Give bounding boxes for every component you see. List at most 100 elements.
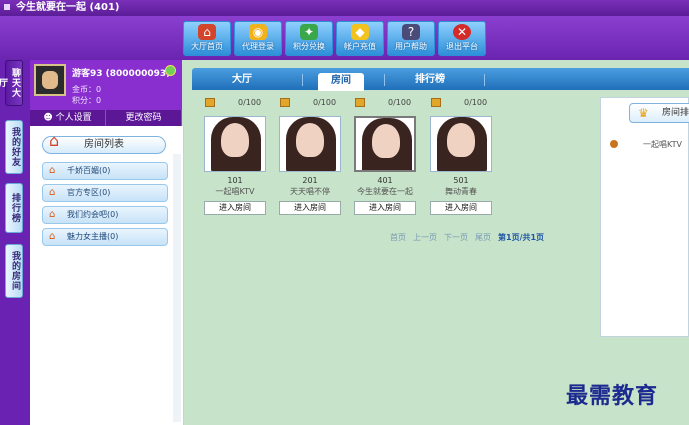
tab-leaderboard[interactable]: 排行榜 <box>400 72 460 88</box>
home-small-icon: ⌂ <box>49 231 56 242</box>
tab-lobby[interactable]: 大厅 <box>212 72 272 88</box>
side-tab-strip: 聊天大厅 我的好友 排行榜 我的房间 <box>0 60 30 425</box>
room-thumbnail[interactable] <box>430 116 492 172</box>
user-gold: 金币：0 <box>72 85 102 94</box>
user-count-icon <box>280 98 290 107</box>
user-points: 积分：0 <box>72 96 102 105</box>
rank-icon <box>610 140 618 148</box>
room-name: 天天唱不停 <box>290 187 330 196</box>
room-list-header: ⌂ 房间列表 <box>42 131 166 154</box>
room-thumbnail[interactable] <box>279 116 341 172</box>
tab-rooms[interactable]: 房间 <box>318 73 364 91</box>
ranking-room-name[interactable]: 一起唱KTV <box>643 139 682 150</box>
points-exchange-button-label: 积分兑换 <box>293 42 325 51</box>
room-card: 0/100 101 一起唱KTV 进入房间 <box>204 98 268 220</box>
tab-my-rooms[interactable]: 我的房间 <box>5 244 23 298</box>
main-tab-bar: 大厅 房间 排行榜 <box>192 68 689 91</box>
help-button[interactable]: ? 用户帮助 <box>387 21 435 56</box>
globe-icon: ◉ <box>249 24 267 40</box>
avatar[interactable] <box>34 64 66 96</box>
tab-separator <box>484 74 485 86</box>
first-page-link[interactable]: 首页 <box>390 232 406 243</box>
enter-room-button[interactable]: 进入房间 <box>204 201 266 215</box>
user-links: ☻ 个人设置 更改密码 <box>30 110 182 126</box>
agent-login-button[interactable]: ◉ 代理登录 <box>234 21 282 56</box>
prev-page-link[interactable]: 上一页 <box>413 232 437 243</box>
window-title-bar: 今生就要在一起 (401) <box>0 0 689 16</box>
room-name: 一起唱KTV <box>215 187 255 196</box>
house-icon: ⌂ <box>49 131 60 150</box>
room-name: 今生就要在一起 <box>357 187 413 196</box>
gift-icon: ✦ <box>300 24 318 40</box>
home-icon: ⌂ <box>198 24 216 40</box>
recharge-button[interactable]: ◆ 帐户充值 <box>336 21 384 56</box>
user-info-panel: 游客93 (800000093) 金币：0 积分：0 <box>30 60 182 110</box>
points-exchange-button[interactable]: ✦ 积分兑换 <box>285 21 333 56</box>
room-category-item[interactable]: ⌂ 我们约会吧(0) <box>42 206 168 224</box>
tab-separator <box>384 74 385 86</box>
room-id: 501 <box>453 176 469 185</box>
room-card: 0/100 501 舞动青春 进入房间 <box>430 98 494 220</box>
pagination: 首页 上一页 下一页 尾页 第1页/共1页 <box>390 232 544 243</box>
room-user-count: 0/100 <box>238 98 262 107</box>
coins-icon: ◆ <box>351 24 369 40</box>
room-user-count: 0/100 <box>464 98 488 107</box>
enter-room-button[interactable]: 进入房间 <box>354 201 416 215</box>
main-toolbar: ⌂ 大厅首页 ◉ 代理登录 ✦ 积分兑换 ◆ 帐户充值 ? 用户帮助 ✕ 退出平… <box>183 21 486 56</box>
room-category-item[interactable]: ⌂ 魅力女主播(0) <box>42 228 168 246</box>
window-title: 今生就要在一起 (401) <box>16 2 120 13</box>
room-user-count: 0/100 <box>313 98 337 107</box>
room-category-item[interactable]: ⌂ 官方专区(0) <box>42 184 168 202</box>
home-button[interactable]: ⌂ 大厅首页 <box>183 21 231 56</box>
room-list-panel: ⌂ 房间列表 ⌂ 千娇百媚(0) ⌂ 官方专区(0) ⌂ 我们约会吧(0) ⌂ 魅力女主… <box>30 126 184 425</box>
room-ranking-title: 房间排行 <box>662 108 689 118</box>
user-level-icon <box>165 65 176 76</box>
room-list-title: 房间列表 <box>84 139 124 150</box>
last-page-link[interactable]: 尾页 <box>475 232 491 243</box>
user-count-icon <box>355 98 365 107</box>
help-user-icon: ? <box>402 24 420 40</box>
watermark: 最需教育 <box>566 383 659 409</box>
tab-separator <box>302 74 303 86</box>
home-small-icon: ⌂ <box>49 165 56 176</box>
enter-room-button[interactable]: 进入房间 <box>430 201 492 215</box>
change-password-link[interactable]: 更改密码 <box>106 110 182 126</box>
exit-icon: ✕ <box>453 24 471 40</box>
home-button-label: 大厅首页 <box>191 42 223 51</box>
recharge-button-label: 帐户充值 <box>344 42 376 51</box>
window-menu-icon[interactable] <box>4 4 10 10</box>
agent-login-button-label: 代理登录 <box>242 42 274 51</box>
page-indicator: 第1页/共1页 <box>498 233 545 242</box>
room-card: 0/100 201 天天唱不停 进入房间 <box>279 98 343 220</box>
crown-icon: ♛ <box>638 106 649 120</box>
room-id: 101 <box>227 176 243 185</box>
settings-icon: ☻ <box>43 113 56 123</box>
exit-button[interactable]: ✕ 退出平台 <box>438 21 486 56</box>
tab-my-friends[interactable]: 我的好友 <box>5 120 23 174</box>
exit-button-label: 退出平台 <box>446 42 478 51</box>
room-thumbnail[interactable] <box>204 116 266 172</box>
room-list-scrollbar[interactable] <box>173 154 181 422</box>
room-category-label: 我们约会吧(0) <box>67 210 119 219</box>
enter-room-button[interactable]: 进入房间 <box>279 201 341 215</box>
user-count-icon <box>431 98 441 107</box>
personal-settings-label: 个人设置 <box>55 113 92 123</box>
home-small-icon: ⌂ <box>49 187 56 198</box>
room-thumbnail[interactable] <box>354 116 416 172</box>
room-category-label: 官方专区(0) <box>67 188 111 197</box>
room-id: 201 <box>302 176 318 185</box>
room-name: 舞动青春 <box>445 187 477 196</box>
user-name: 游客93 (800000093) <box>72 69 171 79</box>
personal-settings-link[interactable]: ☻ 个人设置 <box>30 110 106 126</box>
room-id: 401 <box>377 176 393 185</box>
home-small-icon: ⌂ <box>49 209 56 220</box>
room-category-item[interactable]: ⌂ 千娇百媚(0) <box>42 162 168 180</box>
tab-ranking[interactable]: 排行榜 <box>5 183 23 233</box>
room-user-count: 0/100 <box>388 98 412 107</box>
room-ranking-panel: ♛ 房间排行 一起唱KTV <box>600 97 689 337</box>
tab-chat-hall[interactable]: 聊天大厅 <box>0 60 23 106</box>
next-page-link[interactable]: 下一页 <box>444 232 468 243</box>
user-count-icon <box>205 98 215 107</box>
room-ranking-header: ♛ 房间排行 <box>629 103 689 123</box>
help-button-label: 用户帮助 <box>395 42 427 51</box>
